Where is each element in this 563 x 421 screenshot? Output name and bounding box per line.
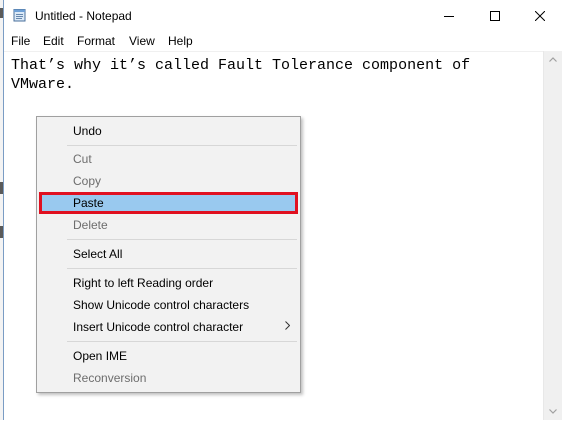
menu-item-label: Insert Unicode control character: [73, 320, 244, 334]
menu-item-label: Open IME: [73, 349, 128, 363]
menu-item-open-ime[interactable]: Open IME: [39, 345, 298, 367]
context-menu: Undo Cut Copy Paste Delete Select All Ri…: [36, 116, 301, 393]
menu-item-select-all[interactable]: Select All: [39, 243, 298, 265]
menu-item-show-unicode[interactable]: Show Unicode control characters: [39, 294, 298, 316]
chevron-up-icon: [549, 57, 557, 62]
close-button[interactable]: [517, 0, 562, 31]
chevron-down-icon: [549, 409, 557, 414]
notepad-icon[interactable]: [13, 8, 27, 22]
close-icon: [534, 10, 545, 21]
menu-item-label: Cut: [73, 152, 92, 166]
menu-format[interactable]: Format: [77, 34, 115, 48]
menu-item-label: Reconversion: [73, 371, 147, 385]
title-bar[interactable]: Untitled - Notepad: [4, 0, 563, 31]
chevron-right-icon: [285, 321, 290, 330]
minimize-button[interactable]: [426, 0, 471, 31]
maximize-button[interactable]: [472, 0, 517, 31]
menu-item-delete[interactable]: Delete: [39, 214, 298, 236]
menu-item-cut[interactable]: Cut: [39, 148, 298, 170]
menu-help[interactable]: Help: [168, 34, 193, 48]
menu-item-label: Paste: [73, 196, 104, 210]
menu-item-undo[interactable]: Undo: [39, 120, 298, 142]
window-title: Untitled - Notepad: [35, 9, 132, 23]
menu-item-label: Show Unicode control characters: [73, 298, 250, 312]
scroll-down-button[interactable]: [544, 403, 562, 420]
menu-separator: [67, 341, 297, 342]
menu-item-reconversion[interactable]: Reconversion: [39, 367, 298, 389]
menu-item-right-to-left[interactable]: Right to left Reading order: [39, 272, 298, 294]
menu-separator: [67, 145, 297, 146]
menu-item-label: Copy: [73, 174, 102, 188]
minimize-icon: [443, 15, 454, 17]
maximize-icon: [489, 10, 500, 21]
menu-bar: File Edit Format View Help: [4, 31, 563, 51]
menu-item-label: Delete: [73, 218, 108, 232]
vertical-scrollbar[interactable]: [543, 51, 562, 420]
menu-item-insert-unicode[interactable]: Insert Unicode control character: [39, 316, 298, 338]
scroll-up-button[interactable]: [544, 51, 562, 68]
menu-view[interactable]: View: [129, 34, 155, 48]
menu-item-label: Select All: [73, 247, 123, 261]
menu-item-paste[interactable]: Paste: [39, 192, 298, 214]
menu-item-copy[interactable]: Copy: [39, 170, 298, 192]
menu-item-label: Right to left Reading order: [73, 276, 214, 290]
editor-text: That’s why it’s called Fault Tolerance c…: [11, 57, 480, 93]
menu-separator: [67, 268, 297, 269]
menu-edit[interactable]: Edit: [43, 34, 64, 48]
menu-item-label: Undo: [73, 124, 102, 138]
menu-file[interactable]: File: [11, 34, 30, 48]
menu-separator: [67, 239, 297, 240]
